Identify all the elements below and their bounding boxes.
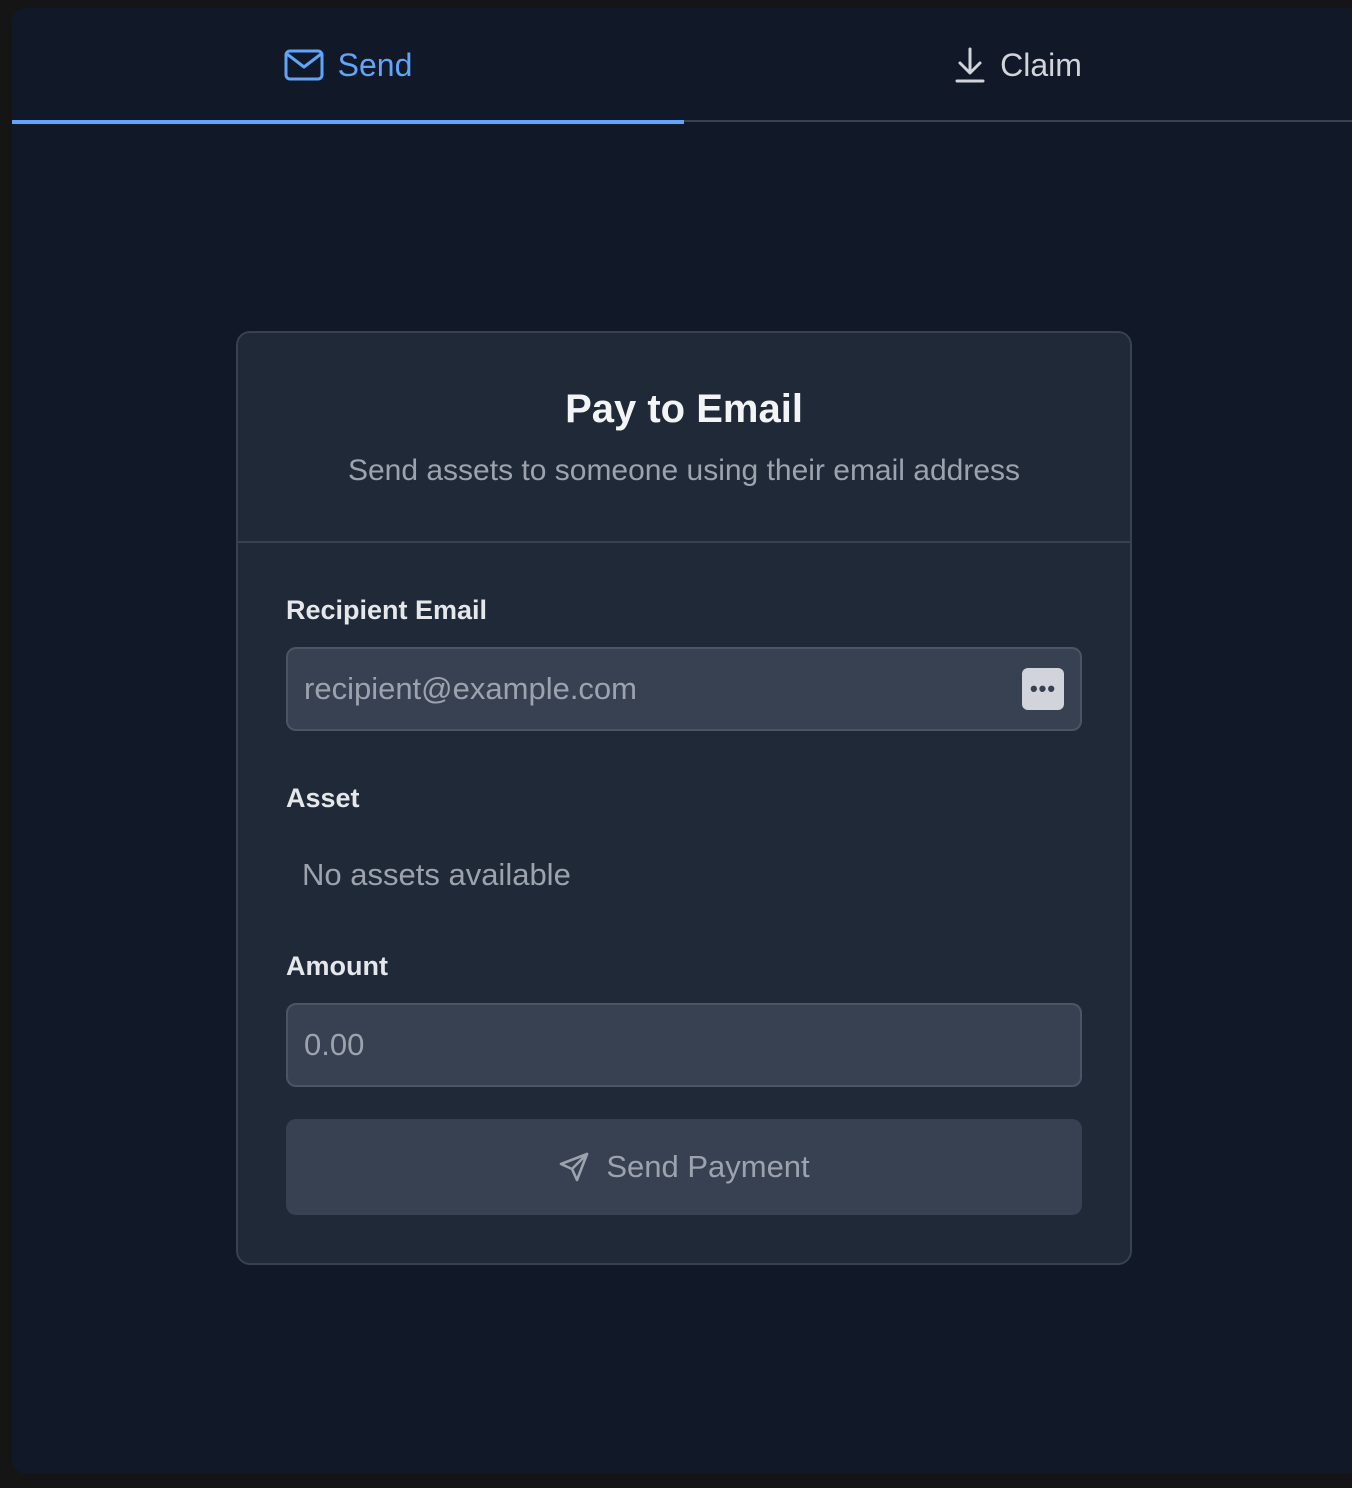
password-manager-icon[interactable]: ••• xyxy=(1022,668,1064,710)
no-assets-message: No assets available xyxy=(302,857,571,892)
tab-claim[interactable]: Claim xyxy=(684,8,1352,122)
card-title: Pay to Email xyxy=(565,387,803,431)
send-payment-button[interactable]: Send Payment xyxy=(286,1119,1082,1215)
tab-bar: Send Claim xyxy=(12,8,1352,124)
recipient-email-input[interactable]: recipient@example.com ••• xyxy=(286,647,1082,731)
asset-label: Asset xyxy=(286,783,360,813)
card-description: Send assets to someone using their email… xyxy=(347,454,1021,487)
recipient-email-label: Recipient Email xyxy=(286,595,488,625)
download-icon xyxy=(954,46,986,84)
recipient-email-placeholder: recipient@example.com xyxy=(304,671,637,706)
tab-send-label: Send xyxy=(337,46,413,83)
send-icon xyxy=(558,1151,590,1183)
mail-icon xyxy=(284,48,324,82)
tab-claim-label: Claim xyxy=(1000,46,1082,83)
pay-to-email-card: Pay to Email Send assets to someone usin… xyxy=(236,331,1132,1265)
send-payment-label: Send Payment xyxy=(606,1149,810,1184)
tab-send[interactable]: Send xyxy=(12,8,684,124)
amount-placeholder: 0.00 xyxy=(304,1027,365,1062)
card-header: Pay to Email Send assets to someone usin… xyxy=(238,333,1130,543)
amount-input[interactable]: 0.00 xyxy=(286,1003,1082,1087)
app-frame: Send Claim Pay to Email Send assets to s… xyxy=(12,8,1352,1474)
amount-label: Amount xyxy=(286,951,388,981)
